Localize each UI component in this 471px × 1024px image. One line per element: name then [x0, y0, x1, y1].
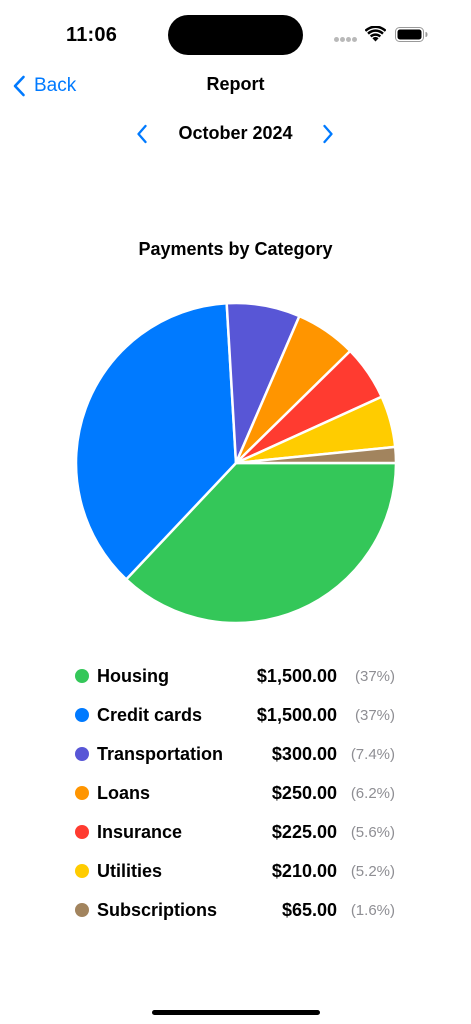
legend-item: Housing $1,500.00 (37%): [0, 657, 471, 696]
legend-item: Credit cards $1,500.00 (37%): [0, 696, 471, 735]
legend-amount: $65.00: [281, 900, 337, 920]
legend-percent: (37%): [354, 668, 395, 685]
legend-amount: $1,500.00: [256, 666, 337, 686]
legend-percent: (5.6%): [350, 824, 395, 841]
legend-item: Utilities $210.00 (5.2%): [0, 852, 471, 891]
legend-amount: $210.00: [271, 861, 337, 881]
legend-category-name: Transportation: [97, 744, 224, 764]
legend-color-dot: [75, 669, 89, 683]
legend-percent: (6.2%): [350, 785, 395, 802]
legend-color-dot: [75, 708, 89, 722]
legend-category-name: Housing: [97, 666, 169, 686]
legend-category-name: Subscriptions: [97, 900, 218, 920]
legend-color-dot: [75, 747, 89, 761]
legend-item: Insurance $225.00 (5.6%): [0, 813, 471, 852]
legend-item: Transportation $300.00 (7.4%): [0, 735, 471, 774]
legend-color-dot: [75, 825, 89, 839]
legend-percent: (5.2%): [350, 863, 395, 880]
legend-color-dot: [75, 786, 89, 800]
legend-amount: $250.00: [271, 783, 337, 803]
legend-category-name: Loans: [97, 783, 151, 803]
legend-item: Loans $250.00 (6.2%): [0, 774, 471, 813]
pie-chart: [74, 301, 398, 625]
legend-percent: (1.6%): [350, 902, 395, 919]
legend-item: Subscriptions $65.00 (1.6%): [0, 891, 471, 930]
legend-category-name: Insurance: [97, 822, 183, 842]
legend-percent: (37%): [354, 707, 395, 724]
legend-amount: $1,500.00: [256, 705, 337, 725]
home-indicator: [152, 1010, 320, 1015]
legend-color-dot: [75, 864, 89, 878]
legend-amount: $225.00: [271, 822, 337, 842]
chart-legend: Housing $1,500.00 (37%) Credit cards $1,500.…: [0, 657, 471, 930]
legend-color-dot: [75, 903, 89, 917]
legend-amount: $300.00: [271, 744, 337, 764]
legend-percent: (7.4%): [350, 746, 395, 763]
legend-category-name: Credit cards: [97, 705, 203, 725]
legend-category-name: Utilities: [97, 861, 163, 881]
